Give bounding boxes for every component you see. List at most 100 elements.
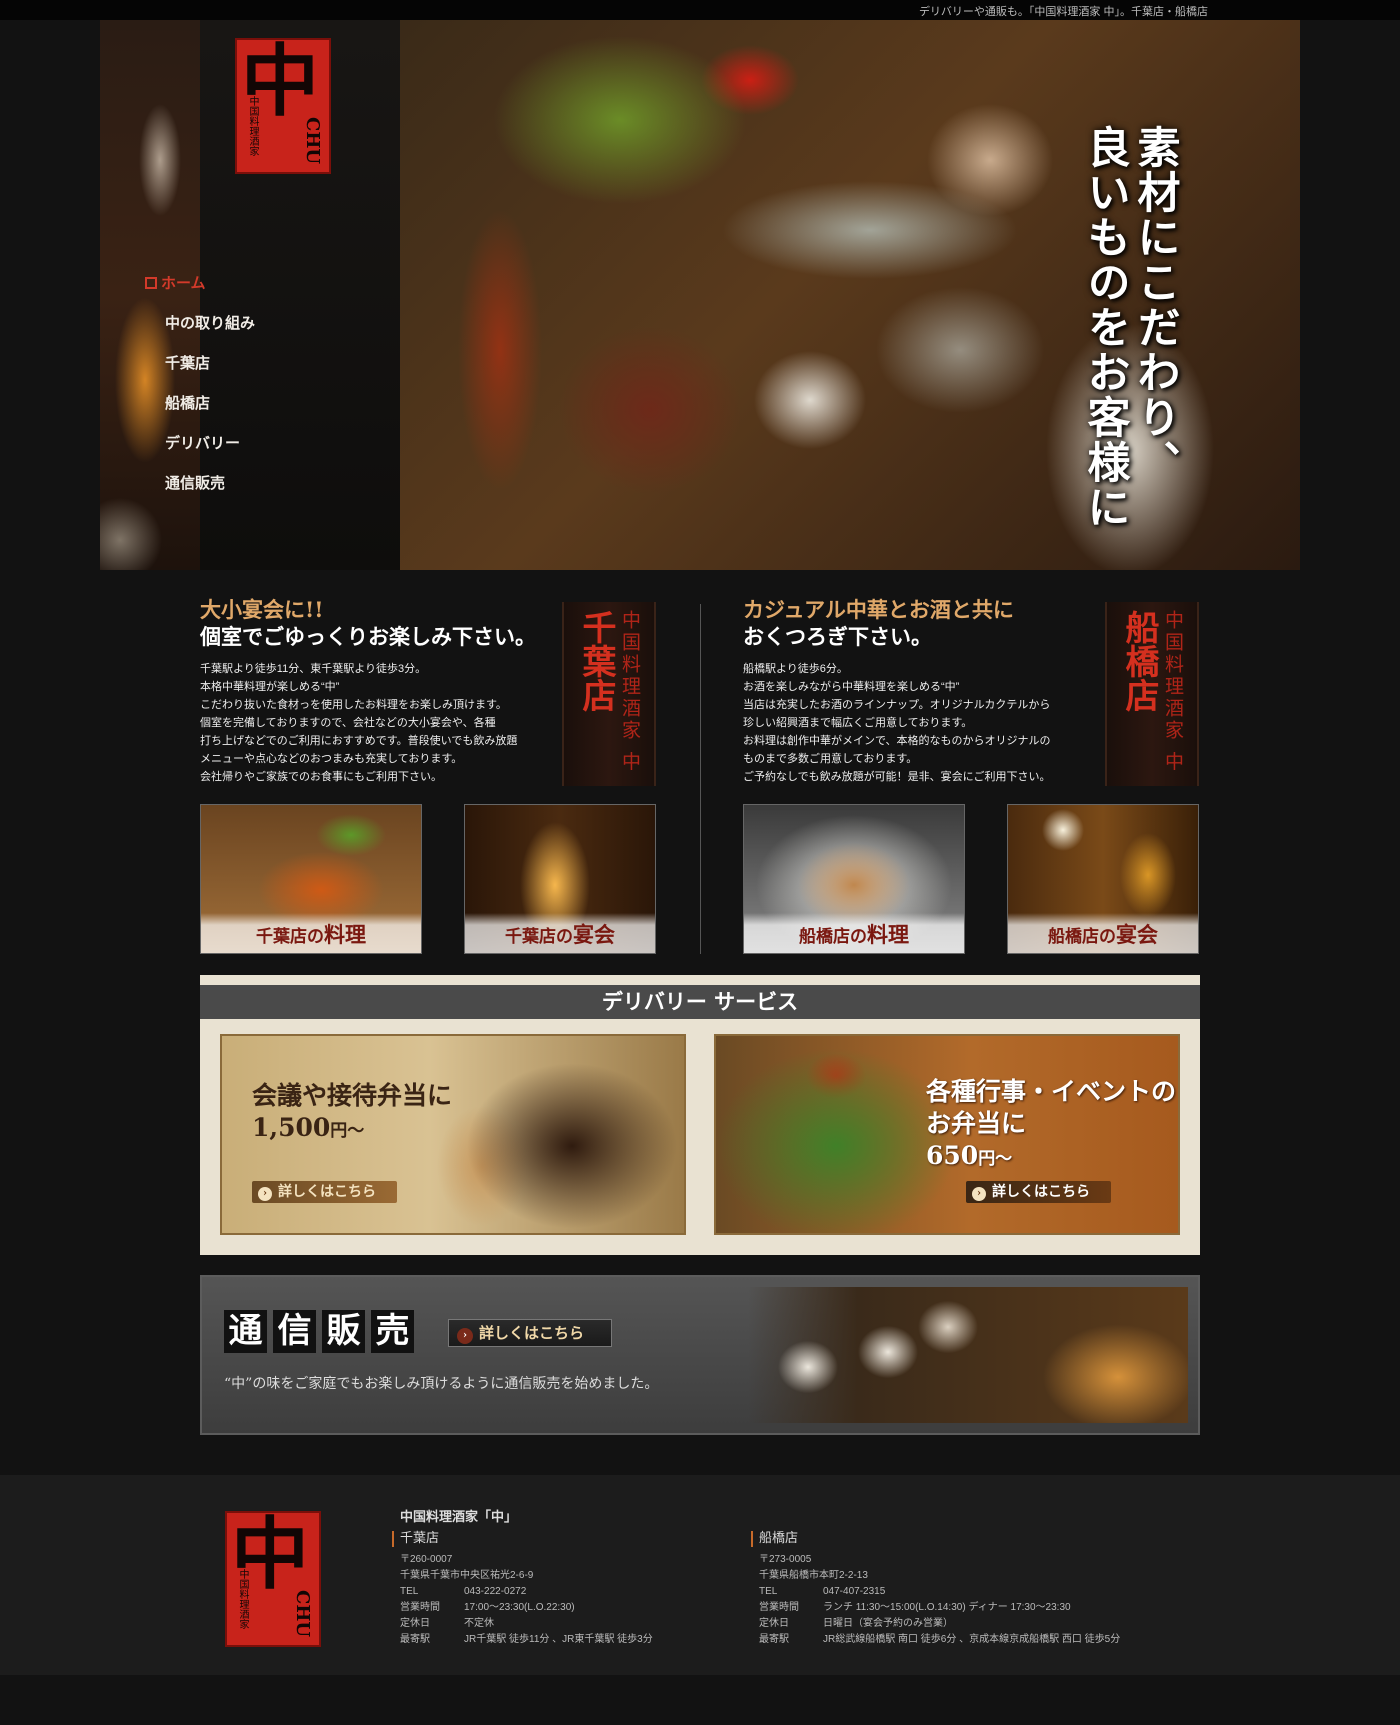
logo-roman: CHU xyxy=(302,116,323,164)
caption-big: 料理 xyxy=(324,922,366,947)
footer-row: TEL 043-222-0272 xyxy=(392,1584,653,1600)
funabashi-cuisine-caption: 船橋店の料理 xyxy=(744,913,964,953)
site-tagline: デリバリーや通販も。「中国料理酒家 中」。千葉店・船橋店 xyxy=(918,6,1208,18)
event-bento-more-button[interactable]: › 詳しくはこちら xyxy=(966,1181,1111,1203)
funabashi-banquet-link[interactable]: 船橋店の宴会 xyxy=(1007,804,1199,954)
row-value: 不定休 xyxy=(464,1618,494,1629)
row-value: 17:00～23:30(L.O.22:30) xyxy=(464,1602,575,1613)
caption-big: 宴会 xyxy=(573,922,615,947)
main-nav: ホーム 中の取り組み 千葉店 船橋店 デリバリー 通信販売 xyxy=(145,273,255,513)
footer-store-name: 船橋店 xyxy=(751,1531,1120,1547)
funabashi-headline: カジュアル中華とお酒と共に おくつろぎ下さい。 xyxy=(743,596,1014,650)
footer-row: 最寄駅 JR総武線船橋駅 南口 徒歩6分 、京成本線京成船橋駅 西口 徒歩5分 xyxy=(751,1632,1120,1648)
funabashi-store-tag: 船橋店 中国料理酒家 中 xyxy=(1105,602,1199,786)
business-bento-title: 会議や接待弁当に 1,500円～ xyxy=(252,1080,452,1147)
caption-big: 宴会 xyxy=(1116,922,1158,947)
title-char: 販 xyxy=(322,1310,365,1353)
footer-logo[interactable]: 中 中国料理酒家 CHU xyxy=(225,1511,321,1647)
footer-row: 最寄駅 JR千葉駅 徒歩11分 、JR東千葉駅 徒歩3分 xyxy=(392,1632,653,1648)
bento-price: 650 xyxy=(926,1141,979,1170)
arrow-right-icon: › xyxy=(258,1187,272,1201)
chiba-cuisine-link[interactable]: 千葉店の料理 xyxy=(200,804,422,954)
row-value: 日曜日（宴会予約のみ営業） xyxy=(823,1618,953,1629)
delivery-heading: デリバリー サービス xyxy=(200,985,1200,1019)
funabashi-tag-genre: 中国料理酒家 中 xyxy=(1162,610,1184,774)
delivery-business-bento-card[interactable]: 会議や接待弁当に 1,500円～ › 詳しくはこちら xyxy=(220,1034,686,1235)
logo-sub: 中国料理酒家 xyxy=(237,1569,248,1629)
footer-address: 千葉県船橋市本町2-2-13 xyxy=(759,1570,868,1581)
chiba-store-tag: 千葉店 中国料理酒家 中 xyxy=(562,602,656,786)
more-label: 詳しくはこちら xyxy=(992,1184,1090,1200)
chiba-desc-line: 会社帰りやご家族でのお食事にもご利用下さい。 xyxy=(200,771,442,783)
row-value: ランチ 11:30～15:00(L.O.14:30) ディナー 17:30～23… xyxy=(823,1602,1071,1613)
caption-prefix: 千葉店の xyxy=(505,927,573,947)
row-key: TEL xyxy=(400,1586,419,1597)
row-value: 043-222-0272 xyxy=(464,1586,527,1597)
nav-item-funabashi[interactable]: 船橋店 xyxy=(165,393,255,433)
funabashi-headline-2: おくつろぎ下さい。 xyxy=(743,624,932,649)
footer-row: 営業時間 17:00～23:30(L.O.22:30) xyxy=(392,1600,653,1616)
nav-item-initiatives[interactable]: 中の取り組み xyxy=(165,313,255,353)
slogan-line-1: 素材にこだわり、 xyxy=(1130,125,1180,485)
row-key: 営業時間 xyxy=(759,1602,799,1613)
delivery-event-bento-card[interactable]: 各種行事・イベントの お弁当に 650円～ › 詳しくはこちら xyxy=(714,1034,1180,1235)
nav-item-mailorder[interactable]: 通信販売 xyxy=(165,473,255,513)
funabashi-desc-line: ご予約なしでも飲み放題が可能！是非、宴会にご利用下さい。 xyxy=(743,771,1051,783)
row-value: 047-407-2315 xyxy=(823,1586,886,1597)
footer-store-name: 千葉店 xyxy=(392,1531,653,1547)
title-char: 売 xyxy=(371,1310,414,1353)
footer-funabashi-info: 船橋店 〒273-0005 千葉県船橋市本町2-2-13 TEL 047-407-… xyxy=(751,1531,1120,1648)
hero: 中 中国料理酒家 CHU 素材にこだわり、 良いものをお客様に xyxy=(100,20,1300,570)
nav-item-home[interactable]: ホーム xyxy=(145,273,255,313)
caption-prefix: 船橋店の xyxy=(1048,927,1116,947)
funabashi-headline-1: カジュアル中華とお酒と共に xyxy=(743,597,1014,622)
chiba-desc-line: 千葉駅より徒歩11分、東千葉駅より徒歩3分。 xyxy=(200,663,427,675)
mail-order-title: 通 信 販 売 xyxy=(224,1310,414,1353)
row-key: 営業時間 xyxy=(400,1602,440,1613)
mail-order-more-button[interactable]: › 詳しくはこちら xyxy=(448,1319,612,1347)
row-value: JR総武線船橋駅 南口 徒歩6分 、京成本線京成船橋駅 西口 徒歩5分 xyxy=(823,1634,1121,1645)
nav-item-label: ホーム xyxy=(161,274,206,292)
event-bento-title: 各種行事・イベントの お弁当に 650円～ xyxy=(926,1076,1176,1175)
arrow-right-icon: › xyxy=(972,1187,986,1201)
bento-line: 各種行事・イベントの xyxy=(926,1077,1177,1106)
row-key: 定休日 xyxy=(759,1618,789,1629)
bento-line: お弁当に xyxy=(926,1109,1027,1138)
row-key: 最寄駅 xyxy=(759,1634,789,1645)
footer-chiba-info: 千葉店 〒260-0007 千葉県千葉市中央区祐光2-6-9 TEL 043-22… xyxy=(392,1531,653,1648)
title-char: 信 xyxy=(273,1310,316,1353)
business-bento-more-button[interactable]: › 詳しくはこちら xyxy=(252,1181,397,1203)
mail-order-description: “中”の味をご家庭でもお楽しみ頂けるように通信販売を始めました。 xyxy=(224,1376,659,1392)
funabashi-desc-line: ものまで多数ご用意しております。 xyxy=(743,753,918,765)
chiba-desc-line: 打ち上げなどでのご利用におすすめです。普段使いでも飲み放題 xyxy=(200,735,518,747)
chiba-cuisine-caption: 千葉店の料理 xyxy=(201,913,421,953)
footer-row: 定休日 不定休 xyxy=(392,1616,653,1632)
home-mark-icon xyxy=(145,277,157,289)
footer-address: 千葉県千葉市中央区祐光2-6-9 xyxy=(400,1570,534,1581)
footer-row: 営業時間 ランチ 11:30～15:00(L.O.14:30) ディナー 17:3… xyxy=(751,1600,1120,1616)
nav-item-chiba[interactable]: 千葉店 xyxy=(165,353,255,393)
logo[interactable]: 中 中国料理酒家 CHU xyxy=(235,38,331,174)
footer-row: 定休日 日曜日（宴会予約のみ営業） xyxy=(751,1616,1120,1632)
bento-yen: 円～ xyxy=(978,1149,1013,1169)
logo-roman: CHU xyxy=(292,1589,313,1637)
funabashi-banquet-caption: 船橋店の宴会 xyxy=(1008,913,1198,953)
chiba-tag-name: 千葉店 xyxy=(576,610,616,712)
chiba-banquet-link[interactable]: 千葉店の宴会 xyxy=(464,804,656,954)
funabashi-section: カジュアル中華とお酒と共に おくつろぎ下さい。 船橋駅より徒歩6分。 お酒を楽し… xyxy=(743,596,1199,956)
footer-zip: 〒260-0007 xyxy=(400,1554,453,1565)
bento-yen: 円～ xyxy=(330,1121,365,1141)
logo-sub: 中国料理酒家 xyxy=(247,96,258,156)
caption-prefix: 船橋店の xyxy=(799,927,867,947)
hero-food-photo: 素材にこだわり、 良いものをお客様に xyxy=(400,20,1300,570)
dumpling-photo xyxy=(748,1287,1188,1423)
section-divider xyxy=(700,604,701,954)
funabashi-cuisine-link[interactable]: 船橋店の料理 xyxy=(743,804,965,954)
chiba-section: 大小宴会に!! 個室でごゆっくりお楽しみ下さい。 千葉駅より徒歩11分、東千葉駅… xyxy=(200,596,656,956)
funabashi-tag-name: 船橋店 xyxy=(1119,610,1159,712)
nav-item-delivery[interactable]: デリバリー xyxy=(165,433,255,473)
chiba-desc-line: 本格中華料理が楽しめる“中” xyxy=(200,681,340,693)
mail-order-banner[interactable]: 通 信 販 売 › 詳しくはこちら “中”の味をご家庭でもお楽しみ頂けるように通信… xyxy=(200,1275,1200,1435)
chiba-tag-genre: 中国料理酒家 中 xyxy=(619,610,641,774)
chiba-banquet-caption: 千葉店の宴会 xyxy=(465,913,655,953)
